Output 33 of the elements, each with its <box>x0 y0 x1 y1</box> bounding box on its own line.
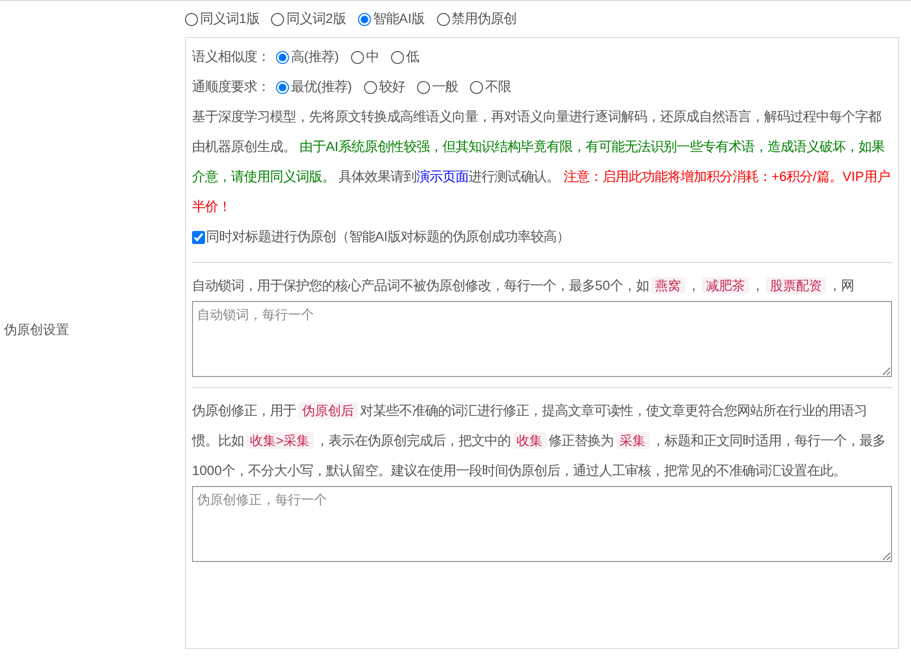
checkbox[interactable] <box>192 230 205 244</box>
demo-page-link[interactable]: 演示页面 <box>416 169 469 184</box>
radio-option[interactable]: 最优(推荐) <box>276 78 352 96</box>
title-checkbox[interactable]: 同时对标题进行伪原创（智能AI版对标题的伪原创成功率较高） <box>192 222 892 252</box>
radio-button[interactable] <box>350 50 364 64</box>
radio-option[interactable]: 高(推荐) <box>276 48 339 66</box>
radio-button[interactable] <box>185 12 198 26</box>
radio-button[interactable] <box>276 80 289 94</box>
radio-button[interactable] <box>470 80 483 94</box>
description-text: 自动锁词，用于保护您的核心产品词不被伪原创修改，每行一个，最多50个，如 燕窝 ， 减肥茶 ， 股票配资 ，网 <box>192 276 855 296</box>
description-text: 基于深度学习模型，先将原文转换成高维语义向量，再对语义向量进行逐词解码，还原成自然语言，解码过程中每个字都由机器原创生成。 由于AI系统原创性较强，但其知识结构毕竟有限，有可能无法识别一些专有术语，造成语义破坏，如果介意，请使用同义词版。 具体效果请到演示页面进行测试确认。 注意：启用此功能将增加积分消耗：+6积分/篇。VIP用户半价！ <box>192 108 892 216</box>
radio-option[interactable]: 不限 <box>470 78 511 96</box>
radio-button[interactable] <box>358 12 371 26</box>
radio-option[interactable]: 同义词1版 <box>185 10 260 28</box>
option-group-label: 通顺度要求： <box>192 78 270 96</box>
radio-button[interactable] <box>390 50 404 64</box>
radio-button[interactable] <box>364 80 377 94</box>
radio-option[interactable]: 同义词2版 <box>271 10 346 28</box>
radio-option[interactable]: 禁用伪原创 <box>436 10 517 28</box>
radio-button[interactable] <box>416 80 430 94</box>
radio-button[interactable] <box>271 12 284 26</box>
radio-button[interactable] <box>276 50 289 64</box>
lock-words-field[interactable]: 自动锁词，每行一个 <box>192 301 892 377</box>
radio-option[interactable]: 一般 <box>416 78 458 96</box>
radio-option[interactable]: 低 <box>390 48 419 66</box>
radio-option[interactable]: 较好 <box>364 78 405 96</box>
radio-option[interactable]: 中 <box>350 48 379 66</box>
radio-button[interactable] <box>436 12 450 26</box>
option-group-label: 语义相似度： <box>192 48 270 66</box>
description-text: 伪原创修正，用于 伪原创后 对某些不准确的词汇进行修正，提高文章可读性，使文章更符合您网站所在行业的用语习惯。比如 收集>采集 ，表示在伪原创完成后，把文中的 收集 修正替换为 采集 ，标题和正文同时适用，每行一个，最多1000个，不分大小写，默认留空。建议在使用一段时间伪原创后，通过人工审核，把常见的不准确词汇设置在此。 <box>192 401 887 480</box>
correction-field[interactable]: 伪原创修正，每行一个 <box>192 486 892 562</box>
radio-option[interactable]: 智能AI版 <box>358 10 425 28</box>
settings-label: 伪原创设置 <box>4 321 69 339</box>
